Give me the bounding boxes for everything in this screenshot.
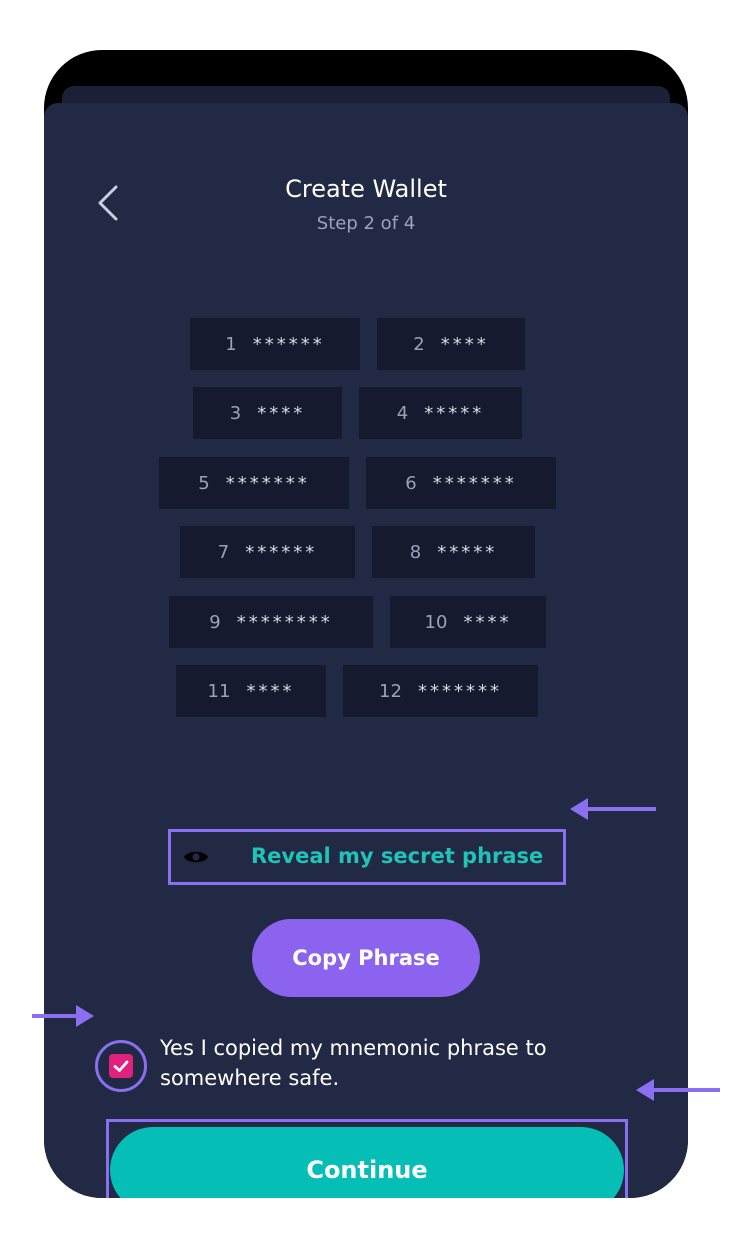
word-mask: **** xyxy=(440,333,489,355)
word-number: 4 xyxy=(396,402,409,424)
word-mask: ******* xyxy=(432,472,517,494)
word-number: 10 xyxy=(424,611,448,633)
word-mask: ***** xyxy=(424,402,485,424)
confirm-label: Yes I copied my mnemonic phrase to somew… xyxy=(160,1036,547,1090)
word-number: 12 xyxy=(379,680,402,702)
page-title: Create Wallet xyxy=(285,175,447,203)
confirm-checkbox[interactable] xyxy=(95,1040,147,1092)
eye-icon xyxy=(184,851,208,863)
word-mask: ****** xyxy=(245,541,318,563)
mnemonic-word-3: 3 **** xyxy=(193,387,342,439)
mnemonic-word-8: 8 ***** xyxy=(372,526,535,578)
mnemonic-word-9: 9 ******** xyxy=(169,596,373,648)
mnemonic-word-2: 2 **** xyxy=(377,318,525,370)
mnemonic-word-1: 1 ****** xyxy=(190,318,360,370)
word-number: 2 xyxy=(413,333,425,355)
word-mask: ***** xyxy=(437,541,498,563)
word-mask: ******* xyxy=(417,680,502,702)
word-mask: ******* xyxy=(225,472,310,494)
word-number: 8 xyxy=(409,541,422,563)
step-indicator: Step 2 of 4 xyxy=(316,213,416,234)
checkmark-icon xyxy=(113,1060,129,1072)
checkbox-box xyxy=(109,1054,133,1078)
word-mask: ******** xyxy=(236,611,333,633)
continue-button[interactable]: Continue xyxy=(110,1127,624,1198)
word-number: 9 xyxy=(209,611,221,633)
word-mask: ****** xyxy=(252,333,325,355)
word-number: 1 xyxy=(225,333,237,355)
mnemonic-word-12: 12 ******* xyxy=(343,665,538,717)
mnemonic-word-11: 11 **** xyxy=(176,665,326,717)
reveal-phrase-button[interactable]: Reveal my secret phrase xyxy=(168,829,566,885)
word-number: 7 xyxy=(217,541,230,563)
word-number: 5 xyxy=(198,472,210,494)
create-wallet-screen: Create Wallet Step 2 of 4 1 ****** 2 ***… xyxy=(44,103,688,1198)
word-number: 11 xyxy=(207,680,231,702)
word-number: 3 xyxy=(229,402,242,424)
arrow-right-icon xyxy=(32,1005,94,1027)
word-mask: **** xyxy=(463,611,512,633)
mnemonic-word-10: 10 **** xyxy=(390,596,546,648)
word-mask: **** xyxy=(257,402,306,424)
mnemonic-word-5: 5 ******* xyxy=(159,457,349,509)
word-number: 6 xyxy=(405,472,417,494)
mnemonic-word-7: 7 ****** xyxy=(180,526,355,578)
arrow-left-icon xyxy=(570,798,656,820)
arrow-left-icon xyxy=(636,1079,720,1101)
phone-frame: Create Wallet Step 2 of 4 1 ****** 2 ***… xyxy=(44,50,688,1198)
reveal-phrase-label: Reveal my secret phrase xyxy=(251,844,544,868)
mnemonic-word-6: 6 ******* xyxy=(366,457,556,509)
copy-phrase-button[interactable]: Copy Phrase xyxy=(252,919,480,997)
mnemonic-word-4: 4 ***** xyxy=(359,387,522,439)
word-mask: **** xyxy=(246,680,295,702)
